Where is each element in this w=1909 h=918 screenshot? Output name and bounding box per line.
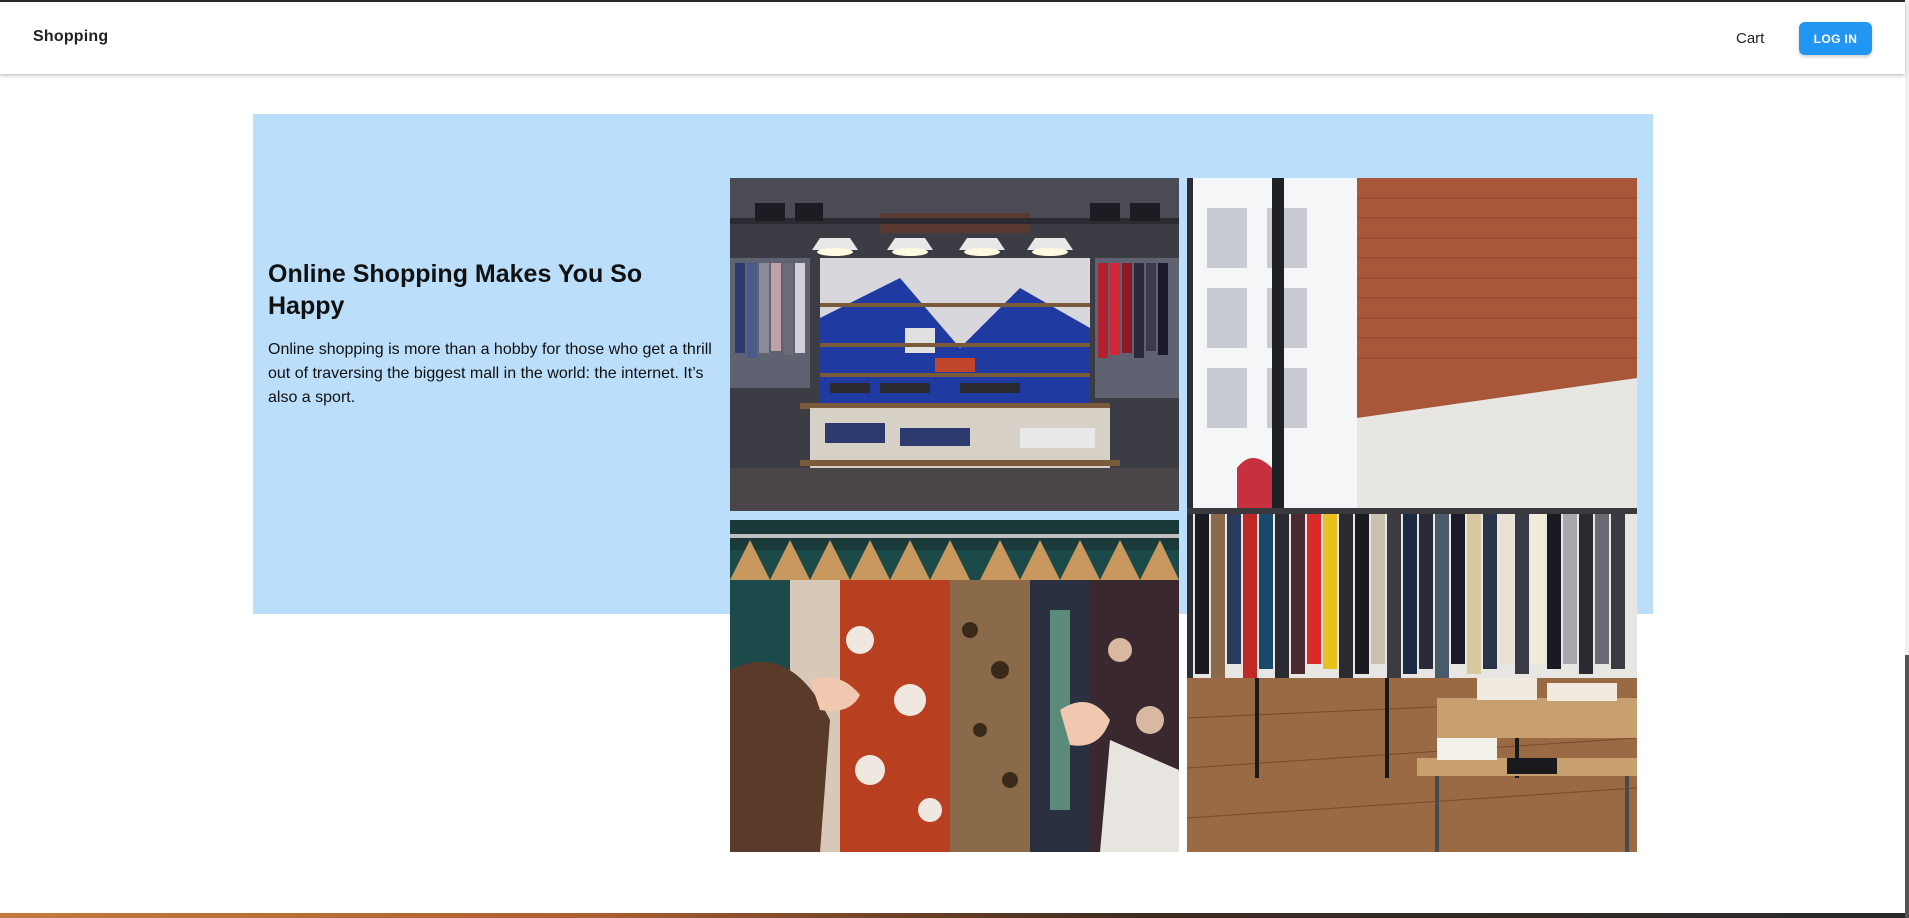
clothes-hangers-photo bbox=[730, 520, 1179, 852]
hero-title: Online Shopping Makes You So Happy bbox=[268, 260, 643, 320]
store-shelves-photo bbox=[730, 178, 1179, 511]
app-bar: Shopping Cart LOG IN bbox=[0, 2, 1905, 74]
hero-description: Online shopping is more than a hobby for… bbox=[268, 341, 712, 406]
boutique-interior-photo bbox=[1187, 178, 1637, 852]
login-button[interactable]: LOG IN bbox=[1799, 22, 1872, 55]
cart-link[interactable]: Cart bbox=[1736, 30, 1764, 47]
bottom-image-edge bbox=[0, 913, 1905, 918]
scrollbar-thumb[interactable] bbox=[1905, 655, 1909, 918]
hero-text-block: Online Shopping Makes You So Happy Onlin… bbox=[268, 258, 720, 410]
brand-title: Shopping bbox=[33, 28, 109, 45]
